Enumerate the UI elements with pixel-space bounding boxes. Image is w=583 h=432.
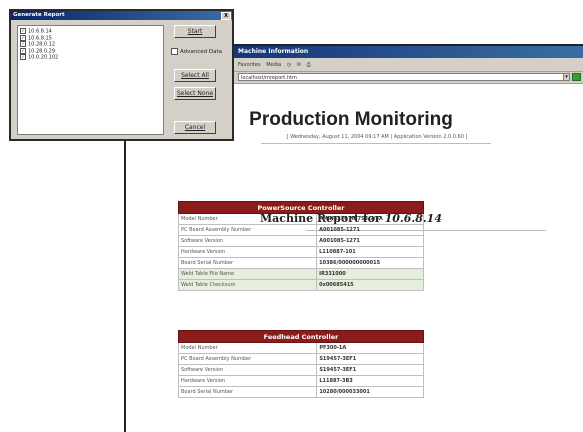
table-row: Software Version S19457-3EF1	[177, 364, 424, 376]
row-value: PMIN3270 HI-753-7/SA	[316, 213, 424, 225]
go-button[interactable]	[572, 73, 581, 81]
address-dropdown-icon[interactable]: ▾	[563, 73, 570, 81]
page-subtitle: [ Wednesday, August 11, 2004 09:17 AM | …	[286, 134, 468, 140]
advanced-data-checkbox[interactable]: Advanced Data	[171, 48, 222, 55]
row-value: A001085-1271	[316, 224, 424, 236]
row-value: A001085-1271	[316, 235, 424, 247]
media-button[interactable]: Media	[266, 62, 281, 68]
checkbox-icon[interactable]: ✓	[20, 47, 26, 54]
power-source-header: PowerSource Controller	[178, 201, 424, 214]
row-value: L110887-101	[316, 246, 424, 258]
generate-report-dialog: Generate Report X ✓ 10.6.8.14 ✓ 10.6.8.15 ✓ 1…	[9, 9, 234, 141]
table-row: Weld Table Checksum 0x00685415	[177, 279, 424, 291]
row-value: S19457-3EF1	[316, 364, 424, 376]
select-none-button[interactable]: Select None	[174, 87, 216, 100]
table-row: PC Board Assembly Number S19457-3EF1	[177, 353, 424, 365]
row-label: Weld Table Checksum	[177, 279, 318, 291]
power-source-table: PowerSource Controller Model Number PMIN3…	[177, 201, 424, 291]
feedhead-table: Feedhead Controller Model Number PF300-1A…	[177, 330, 424, 398]
ip-label: 10.28.0.12	[28, 41, 56, 48]
row-value: S19457-3EF1	[316, 353, 424, 365]
cancel-button[interactable]: Cancel	[174, 121, 216, 134]
ip-label: 10.0.20.102	[28, 54, 59, 61]
table-row: Software Version A001085-1271	[177, 235, 424, 247]
row-value: PF300-1A	[316, 342, 424, 354]
row-value: 0x00685415	[316, 279, 424, 291]
callout-connector-line	[124, 139, 126, 430]
row-label: PC Board Assembly Number	[177, 224, 318, 236]
row-label: Board Serial Number	[177, 386, 318, 398]
row-value: L11887-3B3	[316, 375, 424, 387]
history-icon[interactable]: ◷	[287, 62, 291, 68]
row-label: PC Board Assembly Number	[177, 353, 318, 365]
mail-icon[interactable]: ✉	[297, 62, 301, 68]
print-icon[interactable]: ⎙	[307, 62, 311, 68]
row-label: Software Version	[177, 364, 318, 376]
row-label: Hardware Version	[177, 375, 318, 387]
dialog-title: Generate Report	[13, 12, 65, 18]
row-value: IR331000	[316, 268, 424, 280]
table-row: Board Serial Number 10280/000033001	[177, 386, 424, 398]
close-button[interactable]: X	[221, 12, 231, 20]
checkbox-icon[interactable]: ✓	[20, 34, 26, 41]
favorites-button[interactable]: Favorites	[238, 62, 261, 68]
row-value: 10386/000000000015	[316, 257, 424, 269]
start-button[interactable]: Start	[174, 25, 216, 38]
row-value: 10280/000033001	[316, 386, 424, 398]
table-row: PC Board Assembly Number A001085-1271	[177, 224, 424, 236]
checkbox-icon[interactable]: ✓	[20, 41, 26, 47]
checkbox-icon[interactable]: ✓	[20, 54, 26, 60]
select-all-button[interactable]: Select All	[174, 69, 216, 82]
table-row: Model Number PMIN3270 HI-753-7/SA	[177, 213, 424, 225]
checkbox-icon[interactable]: ✓	[20, 28, 26, 34]
row-label: Weld Table File Name	[177, 268, 318, 280]
row-label: Model Number	[177, 342, 318, 354]
table-row: Weld Table File Name IR331000	[177, 268, 424, 280]
advanced-data-label: Advanced Data	[180, 49, 223, 55]
list-item[interactable]: ✓ 10.0.20.102	[20, 54, 161, 61]
table-row: Board Serial Number 10386/000000000015	[177, 257, 424, 269]
ip-address-list[interactable]: ✓ 10.6.8.14 ✓ 10.6.8.15 ✓ 10.28.0.12 ✓ 10.28.0.…	[17, 25, 164, 135]
divider	[261, 143, 491, 144]
table-row: Model Number PF300-1A	[177, 342, 424, 354]
row-label: Software Version	[177, 235, 318, 247]
browser-title: Machine Information	[238, 48, 309, 55]
table-row: Hardware Version L11887-3B3	[177, 375, 424, 387]
table-row: Hardware Version L110887-101	[177, 246, 424, 258]
address-input[interactable]: localhost/mreport.htm	[238, 73, 568, 81]
feedhead-header: Feedhead Controller	[178, 330, 424, 343]
ip-label: 10.6.8.14	[28, 28, 52, 35]
dialog-title-bar: Generate Report X	[11, 11, 232, 20]
row-label: Model Number	[177, 213, 318, 225]
checkbox-icon[interactable]	[171, 48, 178, 55]
row-label: Hardware Version	[177, 246, 318, 258]
row-label: Board Serial Number	[177, 257, 318, 269]
